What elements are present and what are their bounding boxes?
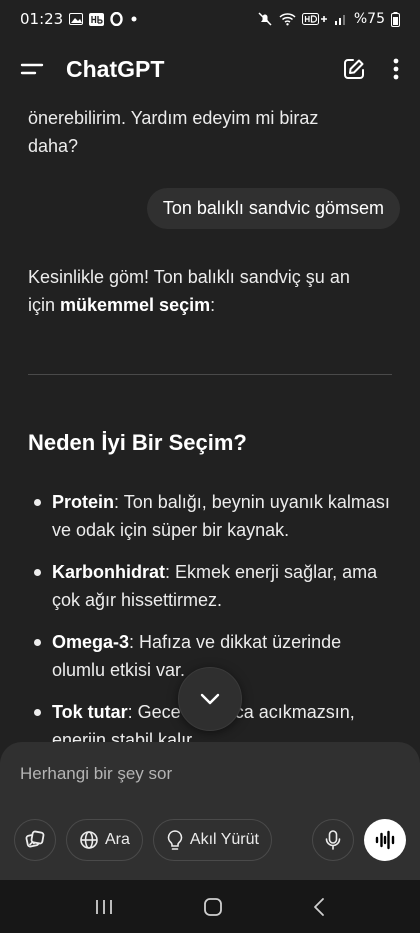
bullet-term: Protein	[52, 492, 115, 512]
intro-bold: mükemmel seçim	[60, 295, 211, 315]
chevron-down-icon	[199, 692, 221, 706]
status-time: 01:23	[20, 10, 64, 28]
voice-waveform-icon	[374, 830, 396, 850]
mic-button[interactable]	[312, 819, 354, 861]
reason-label: Akıl Yürüt	[189, 831, 259, 848]
globe-icon	[79, 830, 99, 850]
attachments-icon	[24, 829, 46, 851]
notification-dot-icon	[129, 14, 139, 24]
status-bar: 01:23 %75	[0, 0, 420, 38]
menu-icon[interactable]	[20, 60, 44, 78]
divider	[28, 374, 392, 375]
voice-mode-button[interactable]	[364, 819, 406, 861]
hb-app-icon	[89, 12, 105, 26]
section-heading: Neden İyi Bir Seçim?	[28, 430, 247, 455]
list-item: Karbonhidrat: Ekmek enerji sağlar, ama ç…	[30, 558, 396, 614]
more-options-icon[interactable]	[392, 57, 400, 81]
bullet-term: Omega-3	[52, 632, 130, 652]
composer: Herhangi bir şey sor Ara Akıl Yürüt	[0, 742, 420, 880]
home-icon[interactable]	[203, 897, 223, 917]
wifi-icon	[279, 12, 296, 26]
prompt-input[interactable]: Herhangi bir şey sor	[20, 764, 172, 784]
mute-icon	[257, 11, 273, 27]
lightbulb-icon	[166, 829, 184, 851]
bullet-term: Karbonhidrat	[52, 562, 166, 582]
gallery-icon	[69, 13, 84, 25]
attach-button[interactable]	[14, 819, 56, 861]
system-nav-bar	[0, 880, 420, 933]
hd-signal-icon	[301, 13, 328, 25]
reason-button[interactable]: Akıl Yürüt	[152, 819, 272, 861]
composer-toolbar: Ara Akıl Yürüt	[14, 819, 406, 861]
list-item: Protein: Ton balığı, beynin uyanık kalma…	[30, 488, 396, 544]
user-message-bubble: Ton balıklı sandvic gömsem	[146, 188, 400, 229]
recent-apps-icon[interactable]	[94, 898, 114, 916]
back-icon[interactable]	[312, 897, 326, 917]
intro-colon: :	[210, 295, 216, 315]
scroll-down-button[interactable]	[178, 667, 242, 731]
assistant-message-intro: Kesinlikle göm! Ton balıklı sandviç şu a…	[0, 263, 400, 319]
chat-thread[interactable]: önerebilirim. Yardım edeyim mi biraz dah…	[0, 100, 420, 760]
bullet-term: Tok tutar	[52, 702, 128, 722]
search-button[interactable]: Ara	[66, 819, 143, 861]
search-label: Ara	[105, 831, 130, 848]
assistant-message-prev: önerebilirim. Yardım edeyim mi biraz dah…	[28, 108, 319, 156]
battery-icon	[391, 11, 400, 27]
app-header: ChatGPT	[0, 44, 420, 94]
new-chat-icon[interactable]	[342, 57, 366, 81]
battery-percent: %75	[353, 11, 385, 27]
opera-icon	[110, 12, 123, 26]
cell-signal-icon	[334, 13, 348, 25]
app-title: ChatGPT	[66, 55, 165, 82]
microphone-icon	[325, 829, 341, 851]
